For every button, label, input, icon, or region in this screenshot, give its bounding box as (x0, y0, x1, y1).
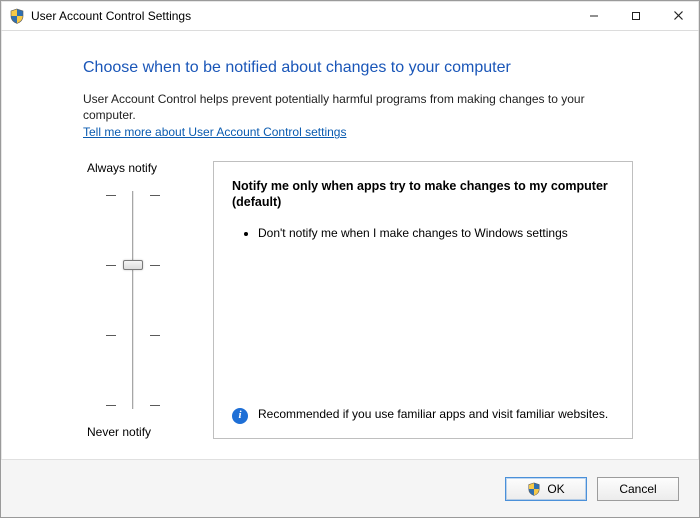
slider-tick (150, 335, 160, 336)
notification-slider-column: Always notify Never notify (83, 161, 183, 439)
close-button[interactable] (657, 2, 699, 30)
uac-shield-icon (9, 8, 25, 24)
uac-shield-icon (527, 482, 541, 496)
level-bullet: Don't notify me when I make changes to W… (258, 225, 614, 242)
slider-tick (106, 265, 116, 266)
minimize-button[interactable] (573, 2, 615, 30)
level-bullet-list: Don't notify me when I make changes to W… (232, 225, 614, 242)
recommendation-row: Recommended if you use familiar apps and… (232, 406, 614, 424)
ok-button-label: OK (547, 482, 564, 496)
slider-tick (150, 405, 160, 406)
cancel-button-label: Cancel (619, 482, 656, 496)
window-title: User Account Control Settings (31, 9, 191, 23)
info-icon (232, 408, 248, 424)
notification-level-slider[interactable] (98, 185, 168, 415)
slider-tick (106, 405, 116, 406)
slider-thumb[interactable] (123, 260, 143, 270)
ok-button[interactable]: OK (505, 477, 587, 501)
level-title: Notify me only when apps try to make cha… (232, 178, 614, 212)
dialog-footer: OK Cancel (1, 459, 699, 517)
cancel-button[interactable]: Cancel (597, 477, 679, 501)
level-description-panel: Notify me only when apps try to make cha… (213, 161, 633, 439)
content-area: Choose when to be notified about changes… (1, 31, 699, 459)
page-heading: Choose when to be notified about changes… (83, 59, 633, 77)
description-text: User Account Control helps prevent poten… (83, 92, 585, 122)
slider-track (132, 191, 134, 409)
learn-more-link[interactable]: Tell me more about User Account Control … (83, 124, 346, 140)
slider-label-top: Always notify (87, 161, 157, 175)
slider-label-bottom: Never notify (87, 425, 151, 439)
page-description: User Account Control helps prevent poten… (83, 91, 633, 141)
slider-tick (150, 195, 160, 196)
slider-tick (106, 335, 116, 336)
slider-tick (106, 195, 116, 196)
window-controls (573, 1, 699, 30)
slider-tick (150, 265, 160, 266)
titlebar: User Account Control Settings (1, 1, 699, 31)
uac-settings-window: User Account Control Settings Choose whe… (0, 0, 700, 518)
body-area: Always notify Never notify Not (83, 161, 633, 439)
recommendation-text: Recommended if you use familiar apps and… (258, 406, 608, 423)
title-left: User Account Control Settings (9, 8, 191, 24)
maximize-button[interactable] (615, 2, 657, 30)
panel-spacer (232, 243, 614, 396)
